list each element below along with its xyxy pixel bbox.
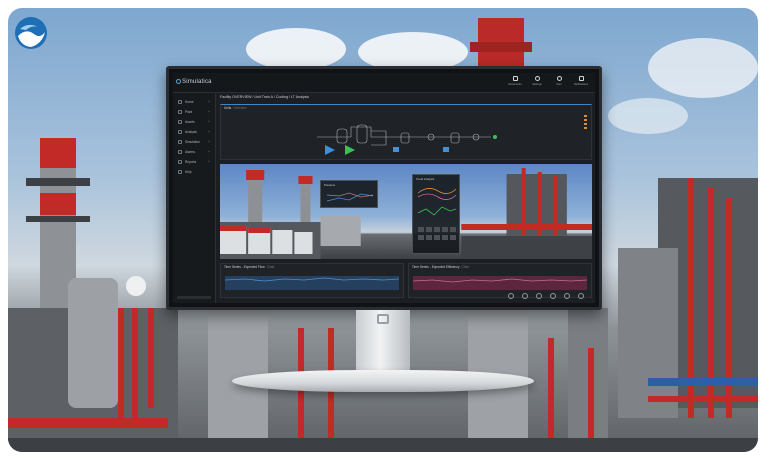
sidebar: Home + Plant + Assets + Analysis + Simulatio…	[173, 93, 216, 303]
help-icon	[178, 170, 182, 174]
app-screen: Simulatica Documents Settings User Notif…	[173, 73, 595, 303]
sidebar-item-alarms[interactable]: Alarms +	[173, 147, 215, 157]
panel-title: Units Overview	[224, 106, 247, 110]
file-icon[interactable]: Documents	[508, 76, 522, 90]
report-icon	[178, 160, 182, 164]
zoom-in-icon[interactable]	[508, 293, 514, 299]
breadcrumb: Facility OVERVIEW / Unit Train A / Cooli…	[220, 95, 310, 99]
sidebar-item-assets[interactable]: Assets +	[173, 117, 215, 127]
sidebar-item-reports[interactable]: Reports +	[173, 157, 215, 167]
process-diagram-panel: Units Overview	[220, 104, 592, 160]
main-content: Units Overview Pressure Trend Analysis T…	[220, 102, 592, 303]
plant-3d-view[interactable]: Pressure Trend Analysis	[220, 164, 592, 259]
sidebar-item-help[interactable]: Help	[173, 167, 215, 177]
reset-view-icon[interactable]	[564, 293, 570, 299]
logo-icon	[15, 17, 47, 49]
sidebar-item-home[interactable]: Home +	[173, 97, 215, 107]
overlay-trend[interactable]: Trend Analysis	[412, 174, 460, 254]
plant-icon	[178, 110, 182, 114]
pan-icon[interactable]	[550, 293, 556, 299]
view-controls	[508, 293, 584, 299]
pump-icon	[325, 145, 335, 155]
sidebar-item-simulation[interactable]: Simulation +	[173, 137, 215, 147]
app-title: Simulatica	[182, 79, 212, 85]
sidebar-item-plant[interactable]: Plant +	[173, 107, 215, 117]
header-actions: Documents Settings User Notifications	[508, 76, 588, 90]
bell-icon[interactable]: Notifications	[574, 76, 588, 90]
chart-title: Time Series - Expected Flow Chart	[224, 265, 275, 269]
analysis-icon	[178, 130, 182, 134]
simulation-icon	[178, 140, 182, 144]
overlay-pressure[interactable]: Pressure	[320, 180, 378, 208]
monitor-base	[232, 370, 534, 392]
assets-icon	[178, 120, 182, 124]
fullscreen-icon[interactable]	[578, 293, 584, 299]
cable-slot	[377, 314, 389, 324]
app-logo-icon	[176, 79, 181, 84]
gear-icon[interactable]: Settings	[531, 76, 543, 90]
chart-title: Time Series - Expected Efficiency Chart	[412, 265, 470, 269]
chart-plot	[413, 274, 587, 292]
rotate-icon[interactable]	[536, 293, 542, 299]
status-indicator	[584, 115, 587, 131]
process-diagram[interactable]	[311, 119, 511, 159]
trend-charts	[417, 188, 457, 240]
app-header: Simulatica Documents Settings User Notif…	[173, 73, 595, 93]
mini-chart	[326, 192, 374, 202]
sidebar-item-analysis[interactable]: Analysis +	[173, 127, 215, 137]
chart-plot	[225, 274, 399, 292]
sidebar-footer	[177, 296, 211, 299]
alarm-icon	[178, 150, 182, 154]
user-icon[interactable]: User	[553, 76, 565, 90]
chart-expected-flow[interactable]: Time Series - Expected Flow Chart	[220, 263, 404, 298]
monitor: Simulatica Documents Settings User Notif…	[166, 66, 602, 310]
plant-render	[220, 168, 592, 259]
valve-icon	[345, 145, 355, 155]
zoom-out-icon[interactable]	[522, 293, 528, 299]
home-icon	[178, 100, 182, 104]
